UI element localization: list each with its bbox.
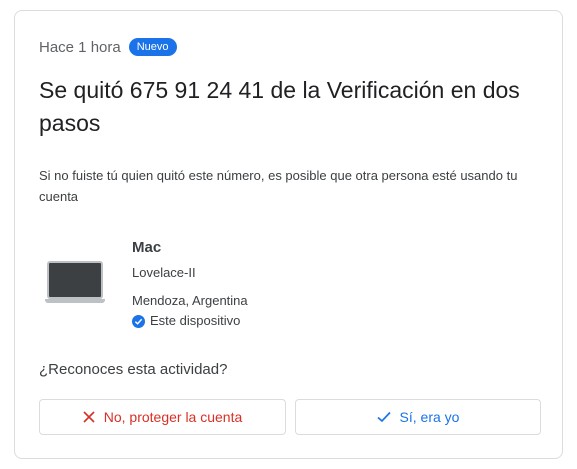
protect-account-button[interactable]: No, proteger la cuenta: [39, 399, 286, 435]
close-icon: [83, 411, 95, 423]
device-location: Mendoza, Argentina: [132, 293, 248, 308]
laptop-icon: [45, 259, 107, 305]
new-badge: Nuevo: [128, 38, 177, 56]
activity-time: Hace 1 hora: [39, 38, 121, 56]
activity-title: Se quitó 675 91 24 41 de la Verificación…: [39, 77, 520, 136]
verified-check-icon: [132, 314, 145, 328]
this-device-label: Este dispositivo: [150, 313, 241, 328]
activity-card: Hace 1 hora Nuevo Se quitó 675 91 24 41 …: [14, 10, 563, 459]
activity-meta: Hace 1 hora Nuevo: [39, 38, 177, 56]
this-device-indicator: Este dispositivo: [132, 311, 392, 331]
protect-account-label: No, proteger la cuenta: [103, 409, 243, 425]
confirm-was-me-label: Sí, era yo: [399, 409, 460, 425]
check-icon: [376, 411, 391, 423]
device-details: Mac Lovelace-II Mendoza, Argentina Este …: [132, 237, 392, 331]
recognize-question: ¿Reconoces esta actividad?: [39, 361, 228, 378]
device-name: Mac: [132, 239, 162, 256]
device-model: Lovelace-II: [132, 265, 196, 280]
confirm-was-me-button[interactable]: Sí, era yo: [295, 399, 541, 435]
activity-description: Si no fuiste tú quien quitó este número,…: [39, 168, 518, 204]
